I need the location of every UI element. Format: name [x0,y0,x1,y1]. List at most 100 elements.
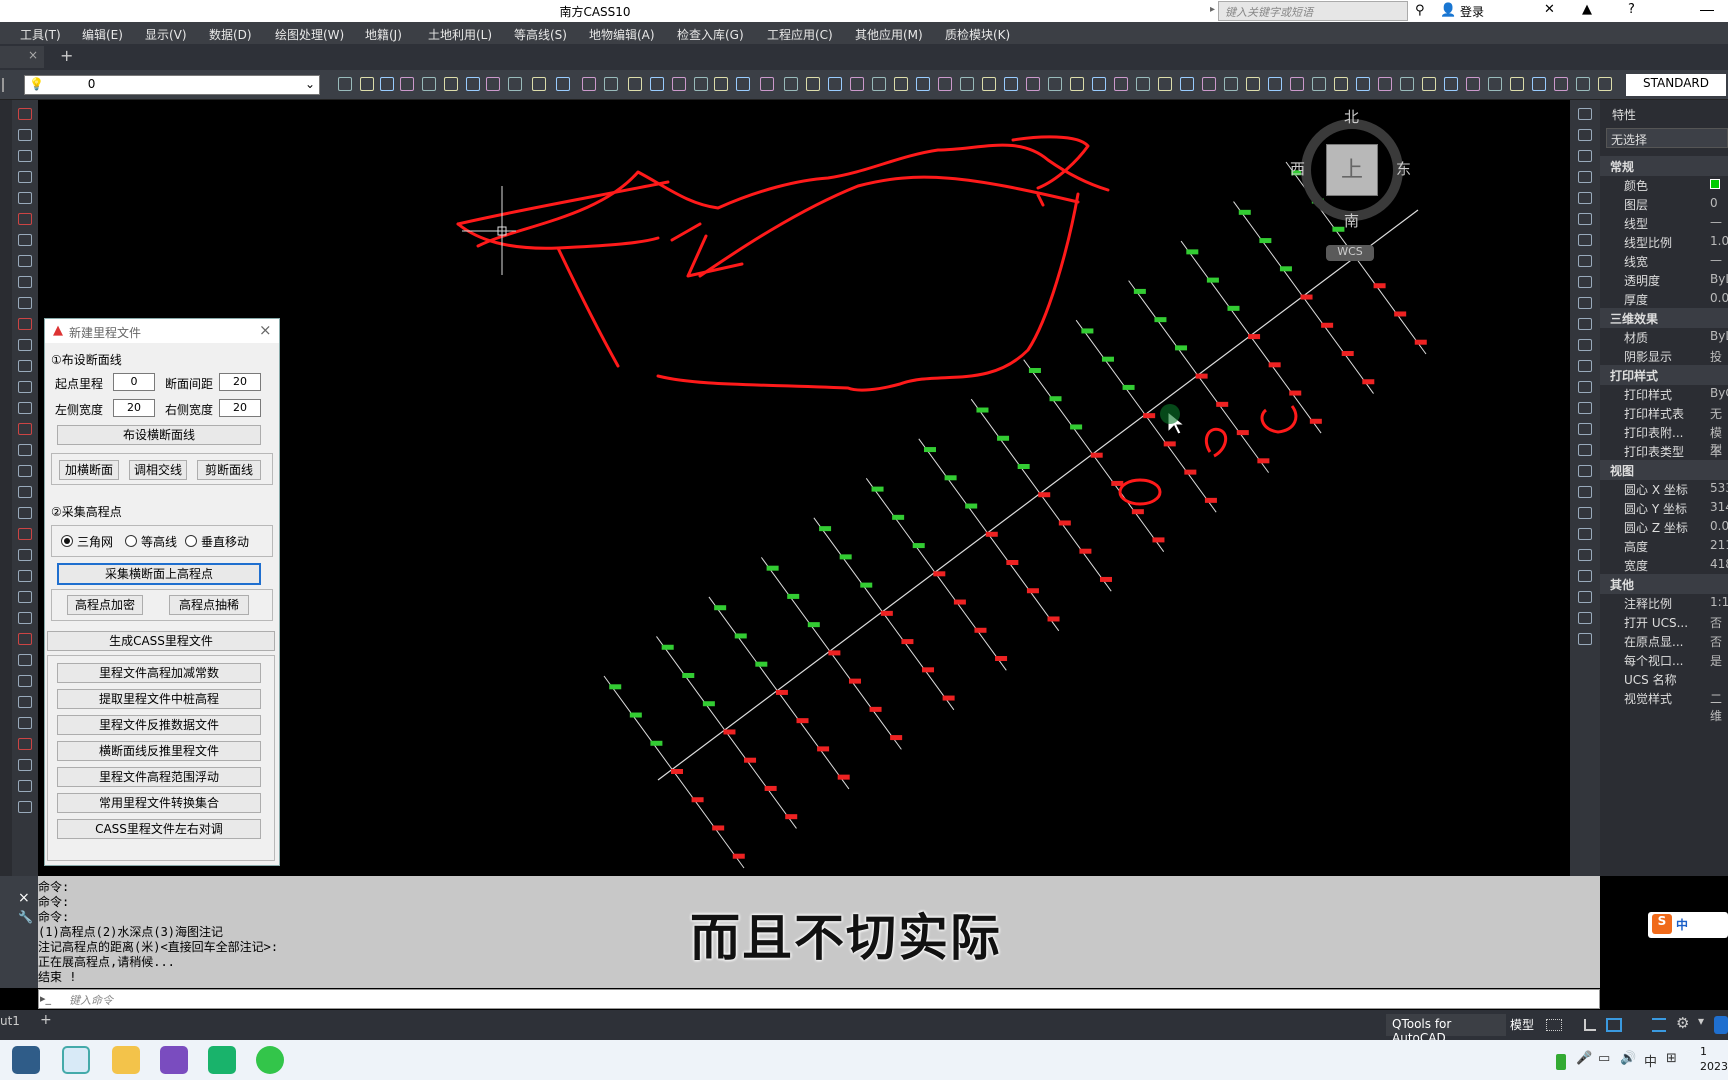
menu-data[interactable]: 数据(D) [209,26,252,43]
modify-tool-icon[interactable] [1578,465,1592,477]
modify-tool-icon[interactable] [1578,213,1592,225]
wechat-icon[interactable] [256,1046,284,1074]
toolbar-button-icon[interactable] [806,77,820,91]
draw-tool-icon[interactable] [18,360,32,372]
property-row[interactable]: 厚度 0.0 [1600,289,1728,309]
toolbar-button-icon[interactable] [508,77,522,91]
minimize-icon[interactable] [1700,10,1714,11]
property-row[interactable]: 材质 ByL [1600,327,1728,347]
draw-tool-icon[interactable] [18,381,32,393]
property-row[interactable]: 打印表附... 模型 [1600,422,1728,457]
draw-tool-icon[interactable] [18,192,32,204]
draw-tool-icon[interactable] [18,423,32,435]
toolbar-button-icon[interactable] [1114,77,1128,91]
close-tab-icon[interactable]: × [28,48,38,62]
draw-tool-icon[interactable] [18,738,32,750]
layer-dropdown[interactable]: 💡 0 ⌄ [24,75,320,95]
help-search-input[interactable]: 键入关键字或短语 [1218,1,1408,21]
viewcube-compass[interactable]: 北 南 东 西 上 [1290,108,1412,230]
draw-tool-icon[interactable] [18,654,32,666]
gear-icon[interactable]: ⚙ [1676,1014,1689,1032]
toolbar-button-icon[interactable] [960,77,974,91]
mic-icon[interactable]: 🎤 [1576,1051,1592,1066]
draw-tool-icon[interactable] [18,633,32,645]
menu-edit[interactable]: 编辑(E) [82,26,123,43]
modify-tool-icon[interactable] [1578,318,1592,330]
tool-reverse-data-button[interactable]: 里程文件反推数据文件 [57,715,261,735]
toolbar-button-icon[interactable] [556,77,570,91]
toolbar-button-icon[interactable] [360,77,374,91]
left-width-input[interactable]: 20 [113,399,155,417]
interval-input[interactable]: 20 [219,373,261,391]
modify-tool-icon[interactable] [1578,444,1592,456]
draw-tool-icon[interactable] [18,234,32,246]
toolbar-button-icon[interactable] [1180,77,1194,91]
modify-tool-icon[interactable] [1578,150,1592,162]
right-width-input[interactable]: 20 [219,399,261,417]
modify-tool-icon[interactable] [1578,402,1592,414]
property-row[interactable]: 注释比例 1:1 [1600,593,1728,613]
settings-chevron-icon[interactable]: ▾ [1698,1014,1704,1028]
property-row[interactable]: 圆心 Y 坐标 314 [1600,498,1728,518]
modify-tool-icon[interactable] [1578,192,1592,204]
dialog-close-icon[interactable]: × [259,321,272,339]
toolbar-button-icon[interactable] [1400,77,1414,91]
toolbar-button-icon[interactable] [1026,77,1040,91]
draw-tool-icon[interactable] [18,696,32,708]
toolbar-button-icon[interactable] [1510,77,1524,91]
property-row[interactable]: 打印表类型不可 [1600,441,1728,476]
tool-extract-center-button[interactable]: 提取里程文件中桩高程 [57,689,261,709]
modify-tool-icon[interactable] [1578,171,1592,183]
property-row[interactable]: 线宽 — [1600,251,1728,271]
command-input[interactable]: 键入命令 [38,989,1600,1009]
toolbar-button-icon[interactable] [582,77,596,91]
drawing-tab[interactable]: × [0,46,44,68]
toolbar-button-icon[interactable] [1070,77,1084,91]
modify-tool-icon[interactable] [1578,591,1592,603]
qtools-button[interactable]: QTools for AutoCAD [1386,1014,1506,1045]
ortho-icon[interactable] [1584,1019,1596,1031]
menu-engineering[interactable]: 工程应用(C) [767,26,833,43]
toolbar-button-icon[interactable] [628,77,642,91]
ime-tray-icon[interactable]: 中 [1644,1051,1657,1070]
toolbar-button-icon[interactable] [760,77,774,91]
draw-tool-icon[interactable] [18,297,32,309]
help-icon[interactable]: ? [1628,2,1635,17]
property-row[interactable]: 宽度 418 [1600,555,1728,575]
toolbar-button-icon[interactable] [1158,77,1172,91]
adjust-intersect-button[interactable]: 调相交线 [129,460,187,480]
toolbar-button-icon[interactable] [982,77,996,91]
modify-tool-icon[interactable] [1578,255,1592,267]
toolbar-button-icon[interactable] [1092,77,1106,91]
draw-tool-icon[interactable] [18,780,32,792]
property-row[interactable]: 颜色 [1600,175,1728,195]
property-row[interactable]: 阴影显示投射 [1600,346,1728,381]
draw-tool-icon[interactable] [18,255,32,267]
draw-tool-icon[interactable] [18,528,32,540]
menu-landuse[interactable]: 土地利用(L) [428,26,492,43]
densify-button[interactable]: 高程点加密 [67,595,143,615]
visual-studio-icon[interactable] [160,1046,188,1074]
toolbar-button-icon[interactable] [1268,77,1282,91]
expand-arrow-icon[interactable]: ▸ [1210,4,1218,18]
modify-tool-icon[interactable] [1578,381,1592,393]
property-section[interactable]: 视图 [1600,460,1728,480]
compass-west[interactable]: 西 [1290,158,1305,179]
property-row[interactable]: 线型比例 1.0 [1600,232,1728,252]
menu-view[interactable]: 显示(V) [145,26,187,43]
collect-elevation-button[interactable]: 采集横断面上高程点 [57,563,261,585]
toolbar-button-icon[interactable] [532,77,546,91]
menu-check[interactable]: 检查入库(G) [677,26,744,43]
tool-float-range-button[interactable]: 里程文件高程范围浮动 [57,767,261,787]
display-icon[interactable]: ▭ [1598,1051,1610,1066]
modify-tool-icon[interactable] [1578,486,1592,498]
draw-tool-icon[interactable] [18,717,32,729]
property-row[interactable]: 打印样式表 无 [1600,403,1728,423]
toolbar-button-icon[interactable] [400,77,414,91]
radio-contour[interactable] [125,535,137,547]
green-app-icon[interactable] [208,1046,236,1074]
draw-tool-icon[interactable] [18,276,32,288]
login-link[interactable]: 登录 [1460,3,1484,20]
draw-tool-icon[interactable] [18,591,32,603]
toolbar-button-icon[interactable] [466,77,480,91]
